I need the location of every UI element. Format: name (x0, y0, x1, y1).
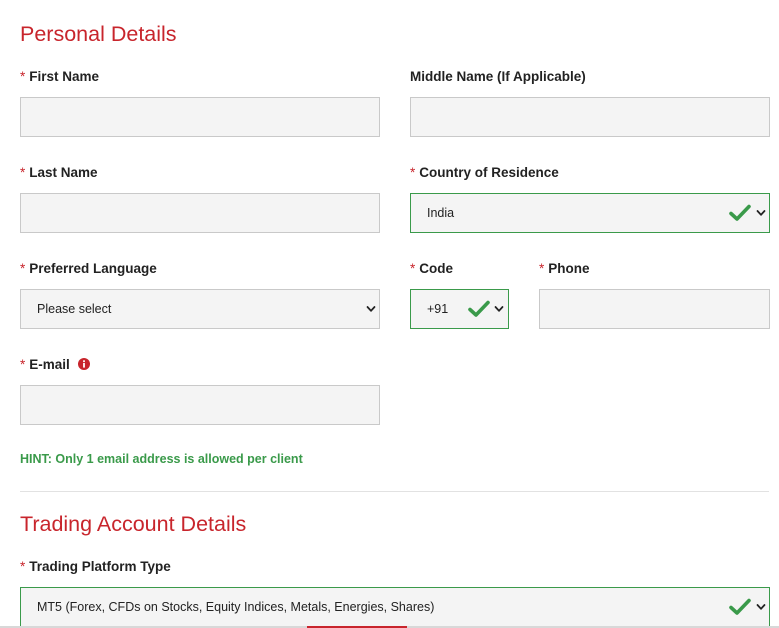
required-mark: * (20, 559, 26, 574)
required-mark: * (410, 165, 416, 180)
chevron-down-icon (756, 604, 766, 610)
required-mark: * (20, 69, 26, 84)
preferred-language-label: * Preferred Language (20, 261, 157, 276)
trading-platform-label: * Trading Platform Type (20, 559, 171, 574)
checkmark-icon (729, 204, 751, 221)
last-name-input[interactable] (20, 193, 380, 233)
checkmark-icon (729, 598, 751, 615)
phone-input[interactable] (539, 289, 770, 329)
personal-details-title: Personal Details (20, 22, 177, 46)
chevron-down-icon (756, 210, 766, 216)
email-input[interactable] (20, 385, 380, 425)
language-selected-value: Please select (37, 302, 112, 316)
code-selected-value: +91 (427, 302, 449, 316)
checkmark-icon (468, 300, 490, 317)
email-label: * E-mail (20, 357, 90, 372)
phone-label: * Phone (539, 261, 590, 276)
country-label: * Country of Residence (410, 165, 559, 180)
info-icon[interactable] (77, 358, 90, 370)
section-divider (20, 491, 769, 492)
trading-platform-select[interactable]: MT5 (Forex, CFDs on Stocks, Equity Indic… (20, 587, 770, 627)
chevron-down-icon (494, 306, 504, 312)
chevron-down-icon (366, 306, 376, 312)
email-hint: HINT: Only 1 email address is allowed pe… (20, 452, 303, 466)
country-select[interactable]: India (410, 193, 770, 233)
middle-name-input[interactable] (410, 97, 770, 137)
phone-code-select[interactable]: +91 (410, 289, 509, 329)
middle-name-label: Middle Name (If Applicable) (410, 69, 586, 84)
trading-account-title: Trading Account Details (20, 512, 247, 536)
platform-selected-value: MT5 (Forex, CFDs on Stocks, Equity Indic… (37, 600, 435, 614)
required-mark: * (20, 261, 26, 276)
code-label: * Code (410, 261, 454, 276)
first-name-input[interactable] (20, 97, 380, 137)
required-mark: * (410, 261, 416, 276)
required-mark: * (20, 165, 26, 180)
required-mark: * (20, 357, 26, 372)
preferred-language-select[interactable]: Please select (20, 289, 380, 329)
required-mark: * (539, 261, 545, 276)
country-selected-value: India (427, 206, 455, 220)
last-name-label: * Last Name (20, 165, 98, 180)
first-name-label: * First Name (20, 69, 100, 84)
